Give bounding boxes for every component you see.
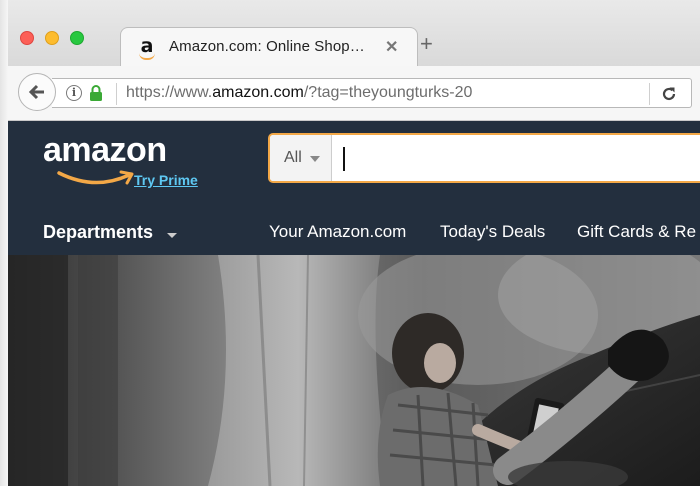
try-prime-link[interactable]: Try Prime [134, 172, 198, 188]
navigation-bar: i https://www.amazon.com/?tag=theyoungtu… [8, 66, 700, 121]
amazon-header: amazon Try Prime All Departments Your Am… [8, 121, 700, 255]
search-input[interactable] [332, 135, 700, 181]
url-separator-right [649, 83, 650, 105]
close-window-button[interactable] [20, 31, 34, 45]
hero-photo [8, 255, 700, 486]
departments-menu[interactable]: Departments [43, 222, 153, 243]
url-domain: amazon.com [212, 84, 304, 101]
nav-link-todays-deals[interactable]: Today's Deals [440, 222, 545, 242]
departments-caret-icon [167, 233, 177, 238]
hero-banner-image[interactable] [8, 255, 700, 486]
search-department-dropdown[interactable]: All [270, 135, 332, 181]
tab-title: Amazon.com: Online Shop… [169, 38, 365, 55]
info-icon[interactable]: i [66, 85, 82, 101]
amazon-favicon-icon: a [137, 37, 157, 60]
new-tab-button[interactable]: + [420, 33, 433, 55]
reload-icon[interactable] [660, 85, 678, 103]
amazon-logo-text: amazon [43, 131, 167, 169]
favicon-smile [139, 53, 155, 60]
search-bar: All [268, 133, 700, 183]
browser-tab-active[interactable]: a Amazon.com: Online Shop… ✕ [120, 27, 418, 67]
url-separator [116, 83, 117, 105]
minimize-window-button[interactable] [45, 31, 59, 45]
back-arrow-icon [28, 84, 44, 100]
search-department-label: All [284, 149, 302, 166]
window-edge [0, 0, 8, 486]
nav-link-your-amazon[interactable]: Your Amazon.com [269, 222, 406, 242]
browser-chrome: a Amazon.com: Online Shop… ✕ + i https:/… [8, 0, 700, 121]
amazon-logo[interactable]: amazon Try Prime [43, 131, 233, 195]
nav-link-gift-cards[interactable]: Gift Cards & Re [577, 222, 696, 242]
chevron-down-icon [310, 156, 320, 162]
zoom-window-button[interactable] [70, 31, 84, 45]
url-scheme: https://www. [126, 84, 213, 101]
lock-icon[interactable] [89, 84, 103, 102]
url-path: /?tag=theyoungturks-20 [303, 84, 473, 101]
close-tab-icon[interactable]: ✕ [385, 37, 398, 57]
tab-bar: a Amazon.com: Online Shop… ✕ + [8, 0, 700, 67]
url-text[interactable]: https://www.amazon.com/?tag=theyoungturk… [126, 84, 472, 102]
amazon-smile-icon [57, 170, 134, 185]
url-bar[interactable]: i https://www.amazon.com/?tag=theyoungtu… [52, 78, 692, 108]
text-cursor [343, 147, 345, 171]
back-button[interactable] [18, 73, 56, 111]
